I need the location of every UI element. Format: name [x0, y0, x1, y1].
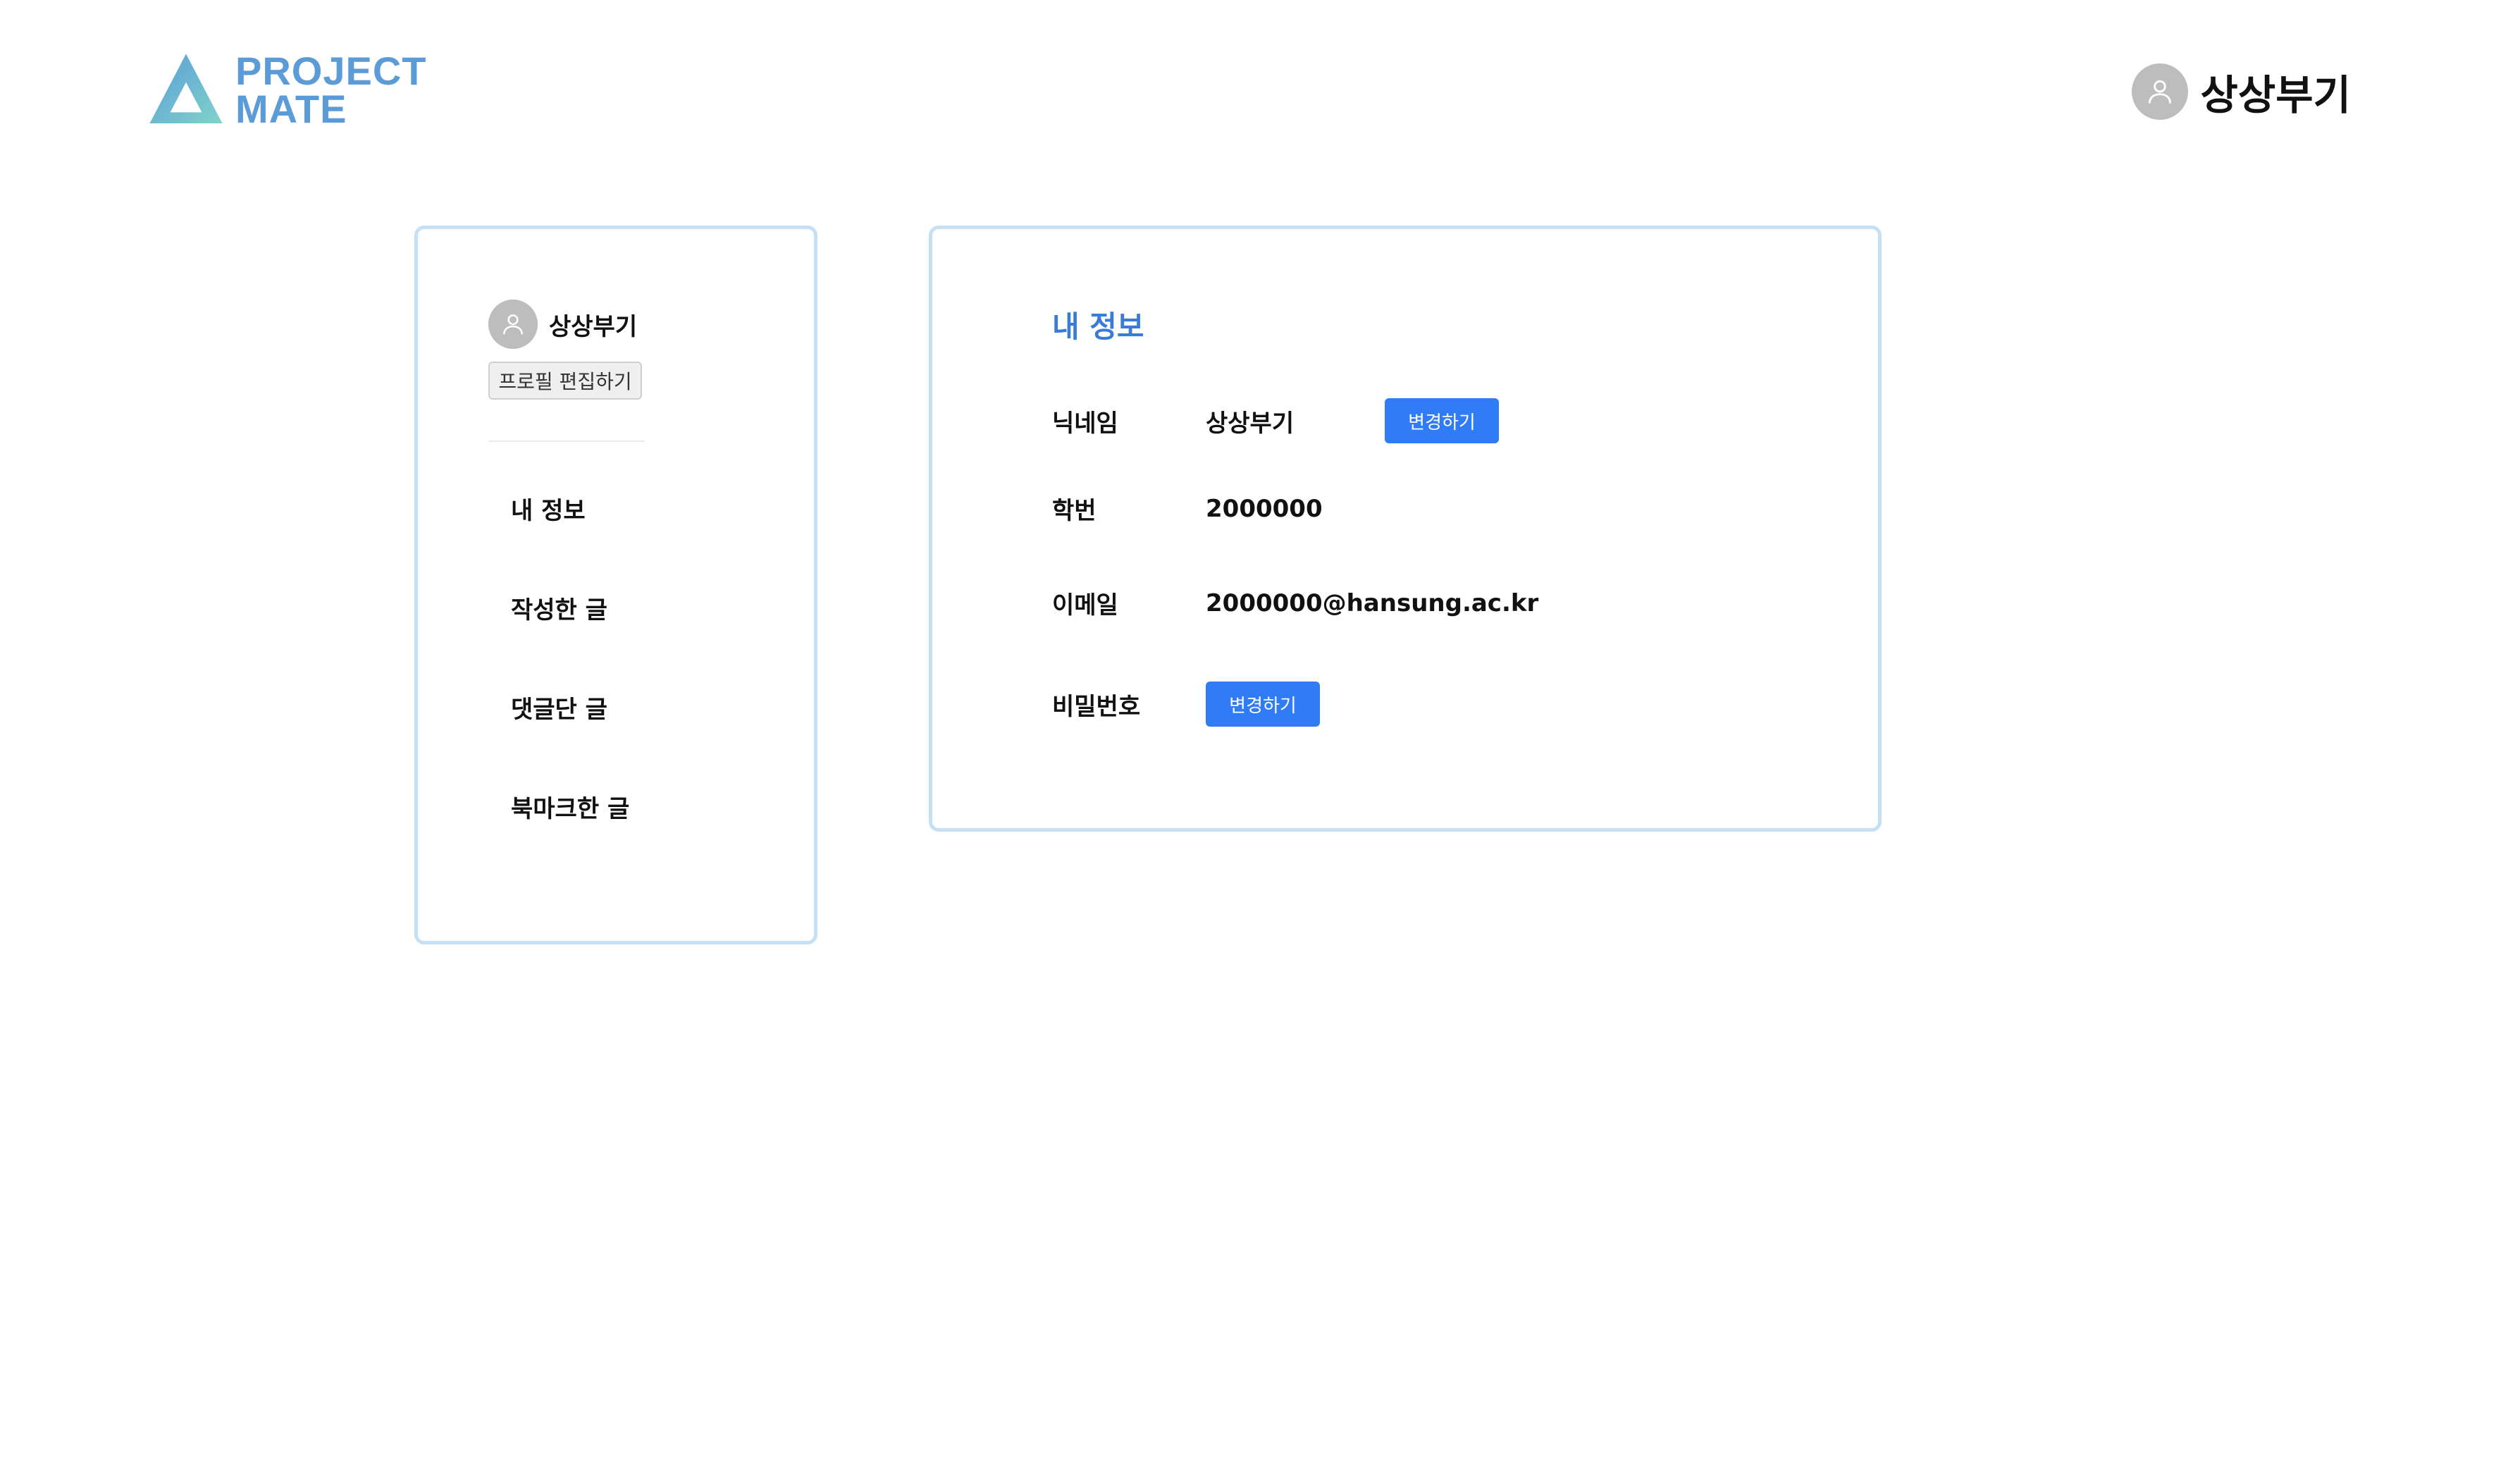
my-info-card: 내 정보 닉네임 상상부기 변경하기 학번 2000000 이메일 200000… [929, 226, 1882, 832]
nickname-row: 닉네임 상상부기 변경하기 [1052, 398, 1499, 443]
user-icon [503, 314, 523, 335]
sidebar-item-commented-posts[interactable]: 댓글단 글 [511, 696, 629, 795]
sidebar-divider [488, 441, 645, 442]
edit-profile-button[interactable]: 프로필 편집하기 [488, 362, 642, 400]
email-value: 2000000@hansung.ac.kr [1206, 589, 1539, 617]
change-nickname-button[interactable]: 변경하기 [1385, 398, 1499, 443]
nickname-value: 상상부기 [1206, 409, 1295, 438]
project-mate-logo[interactable]: PROJECT MATE [147, 51, 427, 130]
student-id-row: 학번 2000000 [1052, 491, 1323, 526]
triangle-logo-icon [149, 54, 223, 124]
logo-line-mate: MATE [235, 87, 347, 131]
header-avatar [2131, 63, 2188, 120]
sidebar-card: 상상부기 프로필 편집하기 내 정보 작성한 글 댓글단 글 북마크한 글 [414, 226, 817, 944]
student-id-value: 2000000 [1206, 494, 1323, 523]
sidebar-menu: 내 정보 작성한 글 댓글단 글 북마크한 글 [511, 497, 629, 894]
sidebar-item-my-posts[interactable]: 작성한 글 [511, 596, 629, 696]
sidebar-item-bookmarked-posts[interactable]: 북마크한 글 [511, 795, 629, 894]
my-info-title: 내 정보 [1052, 309, 1144, 344]
password-row: 비밀번호 변경하기 [1052, 682, 1320, 727]
page: PROJECT MATE 상상부기 상상부기 프로필 편집하기 내 정보 작성한… [0, 0, 2520, 1466]
student-id-label: 학번 [1052, 497, 1097, 525]
user-icon [2148, 80, 2171, 104]
password-label: 비밀번호 [1052, 692, 1141, 721]
email-label: 이메일 [1052, 591, 1118, 620]
sidebar-profile: 상상부기 [488, 300, 637, 349]
logo-text: PROJECT MATE [235, 49, 427, 131]
change-password-button[interactable]: 변경하기 [1206, 682, 1320, 727]
email-row: 이메일 2000000@hansung.ac.kr [1052, 586, 1538, 620]
nickname-label: 닉네임 [1052, 409, 1118, 438]
logo-line-project: PROJECT [235, 49, 427, 93]
sidebar-avatar [488, 300, 538, 349]
header-username: 상상부기 [2200, 71, 2351, 119]
sidebar-item-my-info[interactable]: 내 정보 [511, 497, 629, 596]
header-user-menu[interactable]: 상상부기 [2131, 62, 2351, 121]
sidebar-username: 상상부기 [549, 312, 638, 341]
